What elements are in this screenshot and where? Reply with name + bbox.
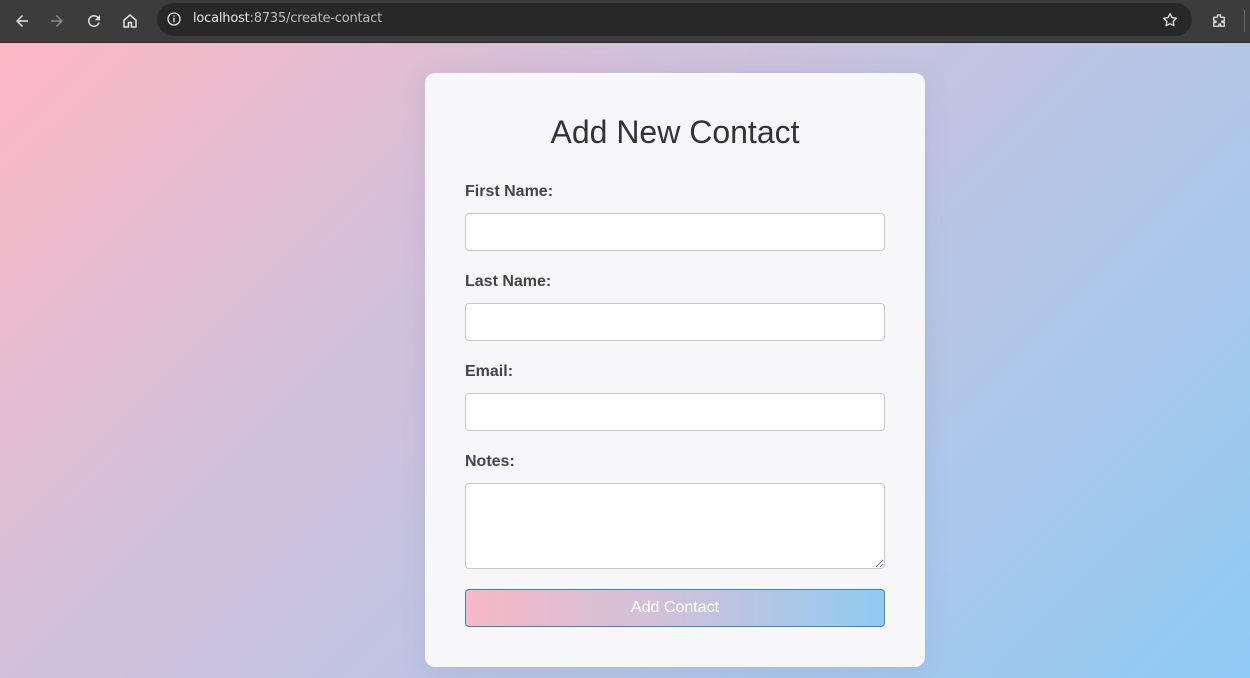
forward-icon [51,15,63,27]
url-path: :8735/create-contact [249,11,383,26]
notes-field: Notes: [465,453,885,569]
form-title: Add New Contact [550,114,800,150]
notes-textarea[interactable] [465,483,885,569]
email-label: Email: [465,363,514,380]
last-name-input[interactable] [465,303,885,341]
extensions-button[interactable] [1206,8,1232,34]
first-name-input[interactable] [465,213,885,251]
toolbar-divider [1244,10,1245,32]
last-name-field: Last Name: [465,273,885,341]
reload-icon [87,14,100,27]
site-info-icon [167,12,181,26]
notes-label: Notes: [465,453,515,470]
bookmark-star-icon [1162,12,1178,27]
address-bar[interactable]: localhost:8735/create-contact [157,3,1192,36]
extensions-icon [1213,14,1225,27]
home-icon [123,14,137,28]
add-contact-button[interactable]: Add Contact [465,589,885,627]
email-input[interactable] [465,393,885,431]
first-name-field: First Name: [465,183,885,251]
reload-button[interactable] [81,8,107,34]
back-icon [16,15,28,27]
url-host: localhost [193,11,250,26]
contact-form-card: Add New Contact First Name: Last Name: E… [425,73,925,667]
browser-toolbar: localhost:8735/create-contact [0,0,1250,43]
last-name-label: Last Name: [465,273,552,290]
email-field: Email: [465,363,885,431]
back-button[interactable] [9,8,35,34]
page-background: Add New Contact First Name: Last Name: E… [0,43,1250,678]
forward-button[interactable] [44,8,70,34]
url-text[interactable]: localhost:8735/create-contact [193,11,382,26]
site-info-button[interactable] [163,8,185,30]
bookmark-button[interactable] [1160,10,1180,30]
home-button[interactable] [117,8,143,34]
first-name-label: First Name: [465,183,554,200]
